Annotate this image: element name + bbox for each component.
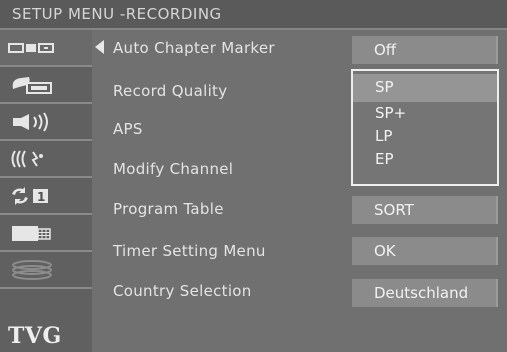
sidebar-item-tv-screen[interactable] bbox=[0, 215, 92, 252]
sidebar-item-display[interactable] bbox=[0, 67, 92, 104]
row-label-program-table[interactable]: Program Table bbox=[113, 200, 224, 218]
sidebar-item-channel[interactable]: 1 bbox=[0, 178, 92, 215]
menu-title: SETUP MENU -RECORDING bbox=[12, 5, 222, 23]
auto-chapter-marker-value[interactable]: Off bbox=[352, 36, 498, 64]
disc-icon bbox=[7, 257, 57, 282]
audio-icon bbox=[7, 109, 57, 134]
dropdown-option-label: SP bbox=[375, 78, 394, 96]
recording-icon bbox=[7, 35, 57, 60]
dropdown-option-ep[interactable]: EP bbox=[353, 146, 497, 174]
row-label-record-quality[interactable]: Record Quality bbox=[113, 82, 227, 100]
country-selection-value[interactable]: Deutschland bbox=[352, 279, 498, 307]
timer-setting-menu-value[interactable]: OK bbox=[352, 237, 498, 265]
tvg-icon: TVG bbox=[8, 323, 62, 349]
sidebar-item-recording[interactable] bbox=[0, 30, 92, 67]
row-label-auto-chapter-marker[interactable]: Auto Chapter Marker bbox=[113, 39, 275, 57]
dropdown-option-label: EP bbox=[375, 150, 394, 168]
svg-text:1: 1 bbox=[37, 190, 45, 204]
program-table-value[interactable]: SORT bbox=[352, 196, 498, 224]
program-table-value-text: SORT bbox=[374, 201, 414, 219]
timer-setting-menu-value-text: OK bbox=[374, 242, 396, 260]
row-label-country-selection[interactable]: Country Selection bbox=[113, 282, 252, 300]
display-icon bbox=[7, 72, 57, 97]
tv-screen-icon bbox=[7, 220, 57, 245]
selection-arrow-icon bbox=[95, 40, 104, 54]
dropdown-option-label: LP bbox=[375, 127, 393, 145]
country-selection-value-text: Deutschland bbox=[374, 284, 469, 302]
record-quality-dropdown[interactable]: SP SP+ LP EP bbox=[351, 69, 499, 186]
sidebar-item-disc[interactable] bbox=[0, 252, 92, 289]
title-bar: SETUP MENU -RECORDING bbox=[0, 0, 507, 30]
row-label-modify-channel[interactable]: Modify Channel bbox=[113, 160, 233, 178]
dropdown-option-label: SP+ bbox=[375, 104, 407, 122]
sidebar-item-audio[interactable] bbox=[0, 104, 92, 141]
sidebar: 1 TVG bbox=[0, 30, 92, 352]
row-label-timer-setting-menu[interactable]: Timer Setting Menu bbox=[113, 242, 266, 260]
auto-chapter-marker-value-text: Off bbox=[374, 41, 397, 59]
setup-screen: SETUP MENU -RECORDING 1 TVG Auto Chapter… bbox=[0, 0, 507, 352]
dropdown-option-sp[interactable]: SP bbox=[353, 74, 497, 102]
channel-icon: 1 bbox=[7, 183, 57, 208]
sidebar-item-tvg[interactable]: TVG bbox=[0, 289, 92, 352]
language-icon bbox=[7, 146, 57, 171]
row-label-aps[interactable]: APS bbox=[113, 120, 143, 138]
sidebar-item-language[interactable] bbox=[0, 141, 92, 178]
